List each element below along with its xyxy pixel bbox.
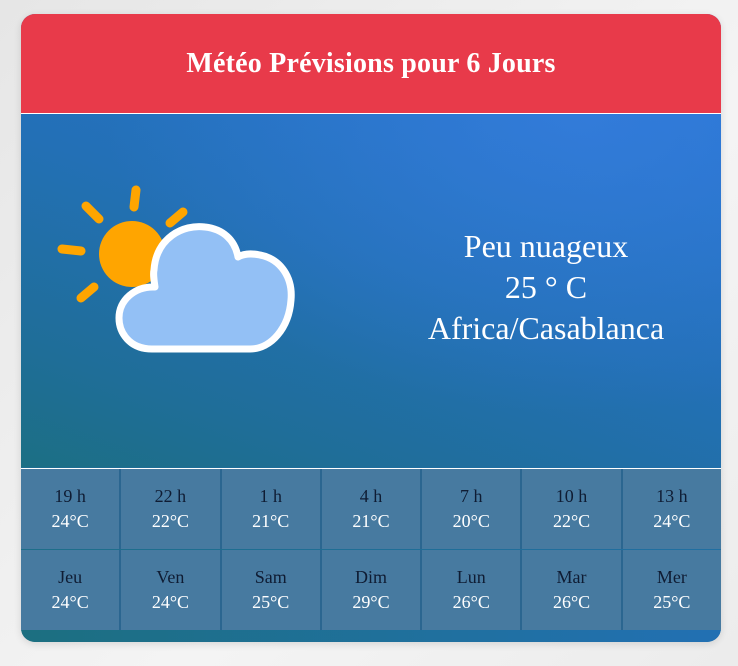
daily-item: Mer 25°C bbox=[623, 550, 721, 630]
page-title: Météo Prévisions pour 6 Jours bbox=[186, 47, 556, 79]
hour-label: 13 h bbox=[656, 486, 688, 506]
day-temperature: 24°C bbox=[51, 592, 89, 612]
day-label: Ven bbox=[156, 567, 185, 587]
day-temperature: 29°C bbox=[352, 592, 390, 612]
hourly-item: 10 h 22°C bbox=[522, 469, 623, 549]
location: Africa/Casablanca bbox=[427, 310, 665, 346]
day-label: Sam bbox=[254, 567, 287, 587]
daily-item: Jeu 24°C bbox=[21, 550, 122, 630]
day-label: Dim bbox=[354, 567, 387, 587]
hourly-item: 13 h 24°C bbox=[623, 469, 721, 549]
hour-temperature: 20°C bbox=[452, 511, 490, 531]
day-label: Lun bbox=[456, 567, 486, 587]
day-temperature: 26°C bbox=[452, 592, 490, 612]
daily-item: Lun 26°C bbox=[422, 550, 523, 630]
day-temperature: 24°C bbox=[151, 592, 190, 612]
hour-temperature: 22°C bbox=[552, 511, 591, 531]
hour-label: 10 h bbox=[555, 486, 588, 506]
current-weather-info: Peu nuageux 25 ° C Africa/Casablanca bbox=[391, 226, 701, 349]
hour-temperature: 24°C bbox=[653, 511, 691, 531]
day-label: Jeu bbox=[58, 567, 83, 587]
hour-temperature: 24°C bbox=[51, 511, 89, 531]
sun-behind-cloud-icon bbox=[57, 185, 295, 353]
daily-item: Sam 25°C bbox=[222, 550, 322, 630]
hour-label: 22 h bbox=[154, 486, 187, 506]
current-temperature: 25 ° C bbox=[504, 269, 588, 305]
hourly-forecast: 19 h 24°C 22 h 22°C 1 h 21°C 4 h 21°C 7 … bbox=[21, 468, 721, 549]
day-temperature: 25°C bbox=[653, 592, 691, 612]
card-footer bbox=[21, 630, 721, 642]
weather-card: Météo Prévisions pour 6 Jours Peu nuageu… bbox=[21, 14, 721, 642]
hour-label: 7 h bbox=[460, 486, 483, 506]
hourly-item: 19 h 24°C bbox=[21, 469, 122, 549]
hourly-item: 7 h 20°C bbox=[422, 469, 523, 549]
day-temperature: 26°C bbox=[552, 592, 591, 612]
day-label: Mer bbox=[656, 567, 687, 587]
hour-label: 4 h bbox=[359, 486, 383, 506]
day-label: Mar bbox=[556, 567, 587, 587]
weather-condition: Peu nuageux bbox=[463, 228, 629, 264]
hour-temperature: 22°C bbox=[151, 511, 190, 531]
daily-forecast: Jeu 24°C Ven 24°C Sam 25°C Dim 29°C Lun … bbox=[21, 550, 721, 630]
daily-item: Ven 24°C bbox=[121, 550, 222, 630]
hour-label: 19 h bbox=[54, 486, 86, 506]
hour-temperature: 21°C bbox=[352, 511, 390, 531]
daily-item: Mar 26°C bbox=[522, 550, 623, 630]
hourly-item: 4 h 21°C bbox=[322, 469, 423, 549]
hour-temperature: 21°C bbox=[252, 511, 290, 531]
hourly-item: 22 h 22°C bbox=[121, 469, 222, 549]
header: Météo Prévisions pour 6 Jours bbox=[21, 14, 721, 114]
current-weather-panel: Peu nuageux 25 ° C Africa/Casablanca bbox=[21, 114, 721, 467]
hour-label: 1 h bbox=[259, 486, 282, 506]
daily-item: Dim 29°C bbox=[322, 550, 423, 630]
hourly-item: 1 h 21°C bbox=[222, 469, 322, 549]
day-temperature: 25°C bbox=[252, 592, 290, 612]
